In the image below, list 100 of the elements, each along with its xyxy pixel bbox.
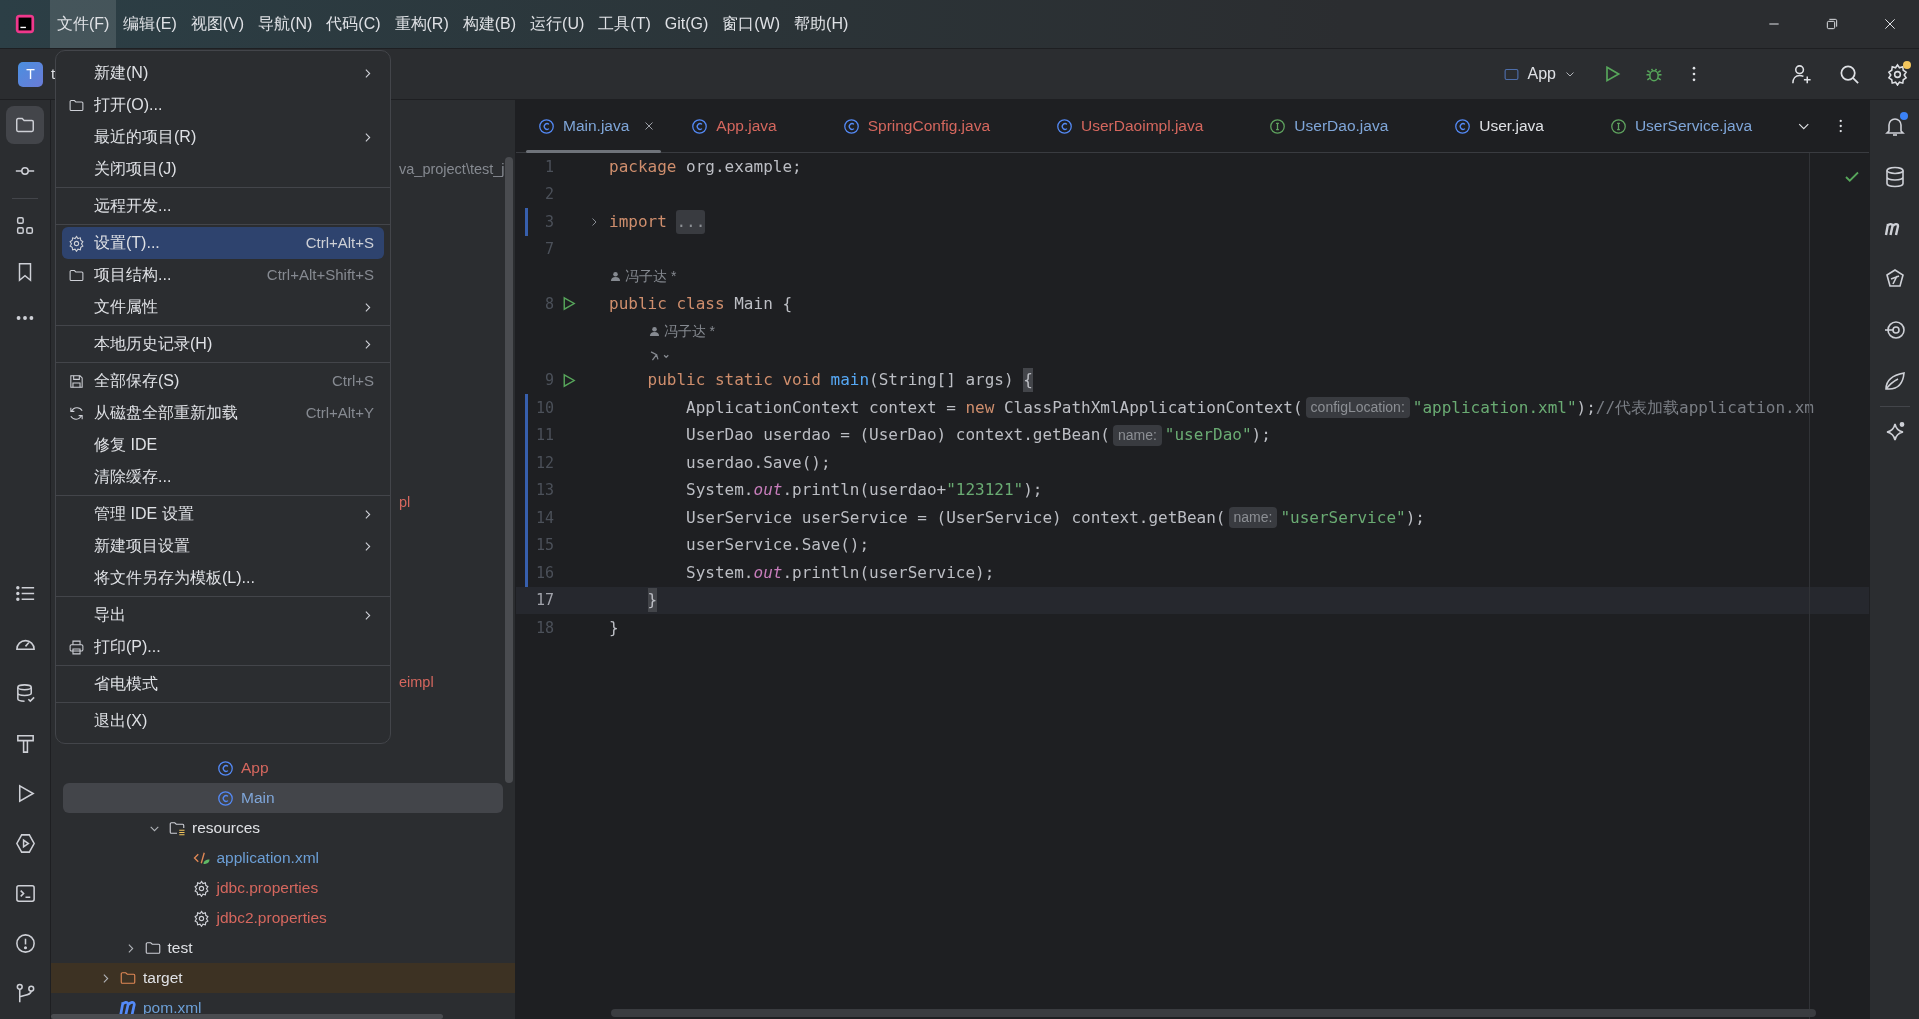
endpoints-icon[interactable]: [1882, 318, 1907, 342]
structure-icon[interactable]: [14, 215, 36, 237]
folder-icon: [119, 969, 137, 987]
menu-bar-item[interactable]: 构建(B): [455, 0, 524, 48]
tree-item-label: va_project\test_j: [399, 160, 506, 179]
run-config-selector[interactable]: App: [1494, 57, 1584, 91]
menu-item[interactable]: 修复 IDE: [62, 429, 384, 461]
leaf-icon[interactable]: [1882, 369, 1907, 393]
parameter-hint: configLocation:: [1305, 397, 1410, 419]
menu-item[interactable]: 打印(P)...: [62, 631, 384, 663]
interface-icon: [1609, 117, 1627, 135]
menu-item[interactable]: 新建(N): [62, 57, 384, 89]
settings-icon: [68, 234, 85, 252]
tree-row[interactable]: test: [51, 933, 515, 963]
class-icon: [691, 117, 709, 135]
editor-tab[interactable]: App.java: [669, 100, 821, 152]
inlay-hint-icon[interactable]: [648, 348, 671, 363]
project-name[interactable]: t: [51, 62, 56, 86]
menu-item[interactable]: 退出(X): [62, 705, 384, 737]
tree-row[interactable]: App: [51, 753, 515, 783]
editor-tab[interactable]: UserDaoimpl.java: [1034, 100, 1248, 152]
code-line: import ...: [609, 209, 706, 234]
interface-icon: [1269, 117, 1287, 135]
menu-item[interactable]: 关闭项目(J): [62, 153, 384, 185]
menu-item[interactable]: 远程开发...: [62, 190, 384, 222]
code-line: System.out.println(userdao+"123121");: [685, 479, 1043, 502]
menu-item[interactable]: 本地历史记录(H): [62, 328, 384, 360]
menu-bar-item[interactable]: 视图(V): [183, 0, 252, 48]
editor-tab[interactable]: Main.java: [516, 100, 670, 152]
code-line: UserDao userdao = (UserDao) context.getBean( name: "userDao");: [685, 423, 1271, 448]
tree-item-label: eimpl: [399, 673, 435, 692]
parameter-hint: name:: [1228, 507, 1278, 529]
project-badge[interactable]: T: [18, 61, 43, 87]
menu-item[interactable]: 导出: [62, 599, 384, 631]
tree-row[interactable]: application.xml: [51, 843, 515, 873]
close-icon[interactable]: [643, 120, 656, 132]
tree-row[interactable]: jdbc.properties: [51, 873, 515, 903]
menu-bar-item[interactable]: 导航(N): [251, 0, 320, 48]
menu-item[interactable]: 全部保存(S) Ctrl+S: [62, 365, 384, 397]
person-icon: [610, 271, 621, 282]
editor-tab[interactable]: UserService.java: [1587, 100, 1797, 152]
gear-icon: [192, 909, 210, 927]
menu-bar-item[interactable]: 文件(F): [50, 0, 117, 48]
class-icon: [1454, 117, 1472, 135]
menu-bar-item[interactable]: 窗口(W): [715, 0, 788, 48]
class-icon: [217, 789, 234, 807]
code-line: public class Main {: [609, 292, 793, 315]
class-icon: [217, 759, 234, 777]
tree-row[interactable]: Main: [63, 783, 503, 813]
menu-item[interactable]: 最近的项目(R): [62, 121, 384, 153]
menu-item[interactable]: 新建项目设置: [62, 530, 384, 562]
class-icon: [538, 117, 555, 135]
project-tool-button[interactable]: [6, 106, 44, 144]
add-user-icon[interactable]: [1790, 62, 1813, 86]
menu-item[interactable]: 管理 IDE 设置: [62, 498, 384, 530]
menu-item[interactable]: 从磁盘全部重新加载 Ctrl+Alt+Y: [62, 397, 384, 429]
scrollbar[interactable]: [51, 1014, 443, 1019]
menu-bar-item[interactable]: 重构(R): [387, 0, 456, 48]
code-line: UserService userService = (UserService) context.getBean( name: "userService");: [685, 506, 1425, 530]
menu-item[interactable]: 项目结构... Ctrl+Alt+Shift+S: [62, 259, 384, 291]
scrollbar[interactable]: [505, 157, 513, 783]
line-number: 17: [534, 590, 554, 611]
folder-icon: [143, 939, 162, 957]
author-hint[interactable]: 冯子达 *: [648, 320, 715, 342]
code-line: package org.example;: [609, 155, 802, 178]
menu-item[interactable]: 设置(T)... Ctrl+Alt+S: [62, 227, 384, 259]
scrollbar[interactable]: [611, 1009, 1816, 1017]
menu-item[interactable]: 打开(O)...: [62, 89, 384, 121]
restore-icon[interactable]: [1824, 16, 1840, 32]
code-line: }: [609, 616, 619, 639]
author-hint[interactable]: 冯子达 *: [610, 266, 677, 287]
tree-row[interactable]: resources: [51, 813, 515, 843]
tree-row[interactable]: jdbc2.properties: [51, 903, 515, 933]
menu-item[interactable]: 将文件另存为模板(L)...: [62, 562, 384, 594]
resources-folder-icon: [168, 819, 186, 837]
editor-tab[interactable]: User.java: [1432, 100, 1588, 152]
gear-icon: [192, 879, 210, 897]
close-icon[interactable]: [1882, 16, 1898, 32]
problems-icon[interactable]: [13, 931, 37, 955]
class-icon: [1056, 117, 1074, 135]
code-line: public static void main(String[] args) {: [609, 368, 1033, 393]
menu-bar-item[interactable]: 编辑(E): [116, 0, 184, 48]
menu-bar-item[interactable]: 工具(T): [591, 0, 658, 48]
editor-tab[interactable]: SpringConfig.java: [820, 100, 1035, 152]
menu-bar-item[interactable]: Git(G): [657, 0, 716, 48]
menu-item[interactable]: 省电模式: [62, 668, 384, 700]
printer-icon: [68, 638, 85, 656]
menu-bar-item[interactable]: 帮助(H): [787, 0, 856, 48]
menu-bar-item[interactable]: 运行(U): [523, 0, 592, 48]
tree-row[interactable]: target: [51, 963, 515, 993]
app-logo-icon[interactable]: [14, 13, 36, 35]
editor-tab[interactable]: UserDao.java: [1247, 100, 1433, 152]
settings-icon[interactable]: [1886, 62, 1909, 86]
code-line: System.out.println(userService);: [685, 561, 995, 584]
tree-row[interactable]: pom.xml: [51, 993, 515, 1019]
menu-item[interactable]: 清除缓存...: [62, 461, 384, 493]
code-line: userService.Save();: [685, 534, 870, 557]
menu-item[interactable]: 文件属性: [62, 291, 384, 323]
menu-bar-item[interactable]: 代码(C): [319, 0, 388, 48]
services-icon[interactable]: [13, 831, 37, 855]
